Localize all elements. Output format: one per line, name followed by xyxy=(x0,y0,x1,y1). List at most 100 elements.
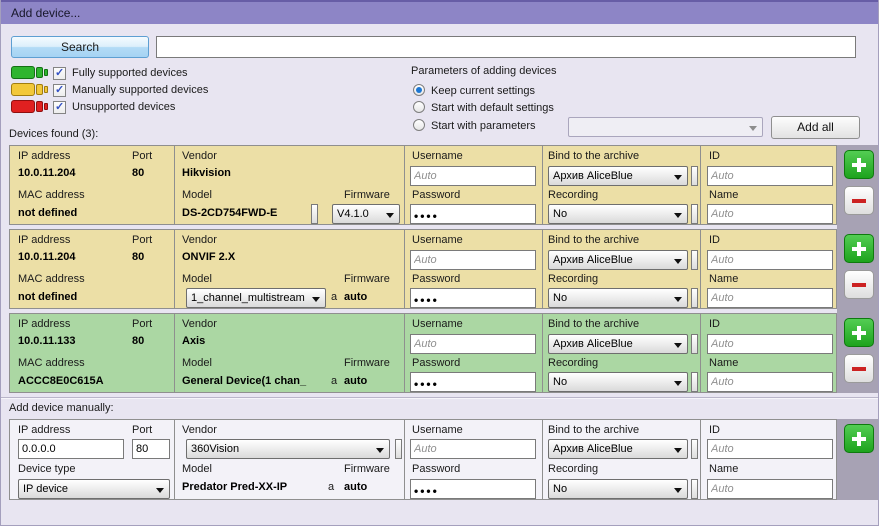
bind-archive-dropdown[interactable]: Архив AliceBlue xyxy=(548,334,688,354)
clipped-dropdown[interactable] xyxy=(395,439,402,459)
vendor-label: Vendor xyxy=(182,150,217,162)
add-device-dialog: Add device... Search Fully supported dev… xyxy=(0,0,879,526)
username-input[interactable] xyxy=(410,166,536,186)
bind-archive-dropdown[interactable]: Архив AliceBlue xyxy=(548,250,688,270)
model-dropdown[interactable]: 1_channel_multistream xyxy=(186,288,326,308)
name-input[interactable] xyxy=(707,288,833,308)
add-manually-label: Add device manually: xyxy=(9,402,114,414)
bind-archive-label: Bind to the archive xyxy=(548,234,639,246)
port-label: Port xyxy=(132,234,152,246)
search-input[interactable] xyxy=(156,36,856,58)
remove-device-button-row2[interactable] xyxy=(844,270,874,299)
username-input[interactable] xyxy=(410,334,536,354)
device-type-dropdown[interactable]: IP device xyxy=(18,479,170,499)
recording-dropdown[interactable]: No xyxy=(548,372,688,392)
id-label: ID xyxy=(709,150,720,162)
radio-default-settings[interactable] xyxy=(413,101,425,113)
bind-archive-label: Bind to the archive xyxy=(548,424,639,436)
clipped-dropdown[interactable] xyxy=(691,372,698,392)
id-input[interactable] xyxy=(707,166,833,186)
add-device-button-row3[interactable] xyxy=(844,318,874,347)
username-input[interactable] xyxy=(410,439,536,459)
name-input[interactable] xyxy=(707,372,833,392)
vendor-label: Vendor xyxy=(182,424,217,436)
password-input[interactable] xyxy=(410,204,536,224)
port-label: Port xyxy=(132,150,152,162)
name-label: Name xyxy=(709,189,738,201)
firmware-dropdown[interactable]: V4.1.0 xyxy=(332,204,400,224)
name-label: Name xyxy=(709,357,738,369)
bind-archive-label: Bind to the archive xyxy=(548,150,639,162)
add-all-button[interactable]: Add all xyxy=(771,116,860,139)
id-input[interactable] xyxy=(707,334,833,354)
mac-label: MAC address xyxy=(18,189,85,201)
firmware-value: auto xyxy=(344,481,367,493)
name-input[interactable] xyxy=(707,479,833,499)
id-label: ID xyxy=(709,234,720,246)
add-device-button-row2[interactable] xyxy=(844,234,874,263)
clipped-dropdown[interactable] xyxy=(311,204,318,224)
clipped-dropdown[interactable] xyxy=(691,334,698,354)
port-value: 80 xyxy=(132,251,144,263)
password-label: Password xyxy=(412,189,460,201)
fully-supported-label: Fully supported devices xyxy=(72,67,188,79)
bind-archive-dropdown[interactable]: Архив AliceBlue xyxy=(548,439,688,459)
radio-with-parameters-label: Start with parameters xyxy=(431,120,536,132)
username-input[interactable] xyxy=(410,250,536,270)
clipped-text: a xyxy=(331,375,337,387)
recording-dropdown[interactable]: No xyxy=(548,479,688,499)
password-input[interactable] xyxy=(410,288,536,308)
search-button[interactable]: Search xyxy=(11,36,149,58)
name-input[interactable] xyxy=(707,204,833,224)
id-label: ID xyxy=(709,318,720,330)
radio-with-parameters[interactable] xyxy=(413,119,425,131)
device-row-1: IP address Port 10.0.11.204 80 MAC addre… xyxy=(9,145,837,225)
vendor-label: Vendor xyxy=(182,234,217,246)
params-title: Parameters of adding devices xyxy=(411,65,557,77)
vendor-value: Hikvision xyxy=(182,167,231,179)
ip-value: 10.0.11.204 xyxy=(18,251,76,263)
ip-label: IP address xyxy=(18,234,70,246)
model-label: Model xyxy=(182,463,212,475)
clipped-dropdown[interactable] xyxy=(691,250,698,270)
id-input[interactable] xyxy=(707,250,833,270)
password-input[interactable] xyxy=(410,372,536,392)
remove-device-button-row1[interactable] xyxy=(844,186,874,215)
recording-dropdown[interactable]: No xyxy=(548,288,688,308)
add-device-button-manual[interactable] xyxy=(844,424,874,453)
clipped-dropdown[interactable] xyxy=(691,166,698,186)
clipped-dropdown[interactable] xyxy=(691,288,698,308)
username-label: Username xyxy=(412,234,463,246)
firmware-label: Firmware xyxy=(344,189,390,201)
model-value: General Device(1 chan_ xyxy=(182,375,306,387)
fully-supported-checkbox[interactable] xyxy=(53,67,66,80)
remove-device-button-row3[interactable] xyxy=(844,354,874,383)
parameters-preset-dropdown[interactable] xyxy=(568,117,763,137)
firmware-label: Firmware xyxy=(344,463,390,475)
id-label: ID xyxy=(709,424,720,436)
mac-value: not defined xyxy=(18,291,77,303)
clipped-dropdown[interactable] xyxy=(691,439,698,459)
devices-found-label: Devices found (3): xyxy=(9,128,98,140)
port-label: Port xyxy=(132,318,152,330)
manual-port-input[interactable] xyxy=(132,439,170,459)
firmware-value: auto xyxy=(344,291,367,303)
add-device-button-row1[interactable] xyxy=(844,150,874,179)
password-input[interactable] xyxy=(410,479,536,499)
manually-supported-checkbox[interactable] xyxy=(53,84,66,97)
manual-ip-input[interactable] xyxy=(18,439,124,459)
radio-keep-current[interactable] xyxy=(413,84,425,96)
recording-dropdown[interactable]: No xyxy=(548,204,688,224)
unsupported-checkbox[interactable] xyxy=(53,101,66,114)
ip-value: 10.0.11.133 xyxy=(18,335,76,347)
bind-archive-label: Bind to the archive xyxy=(548,318,639,330)
name-label: Name xyxy=(709,463,738,475)
vendor-value: ONVIF 2.X xyxy=(182,251,235,263)
clipped-dropdown[interactable] xyxy=(691,479,698,499)
title-bar: Add device... xyxy=(1,0,878,24)
clipped-dropdown[interactable] xyxy=(691,204,698,224)
green-camera-icon xyxy=(11,65,49,80)
vendor-dropdown[interactable]: 360Vision xyxy=(186,439,390,459)
bind-archive-dropdown[interactable]: Архив AliceBlue xyxy=(548,166,688,186)
id-input[interactable] xyxy=(707,439,833,459)
